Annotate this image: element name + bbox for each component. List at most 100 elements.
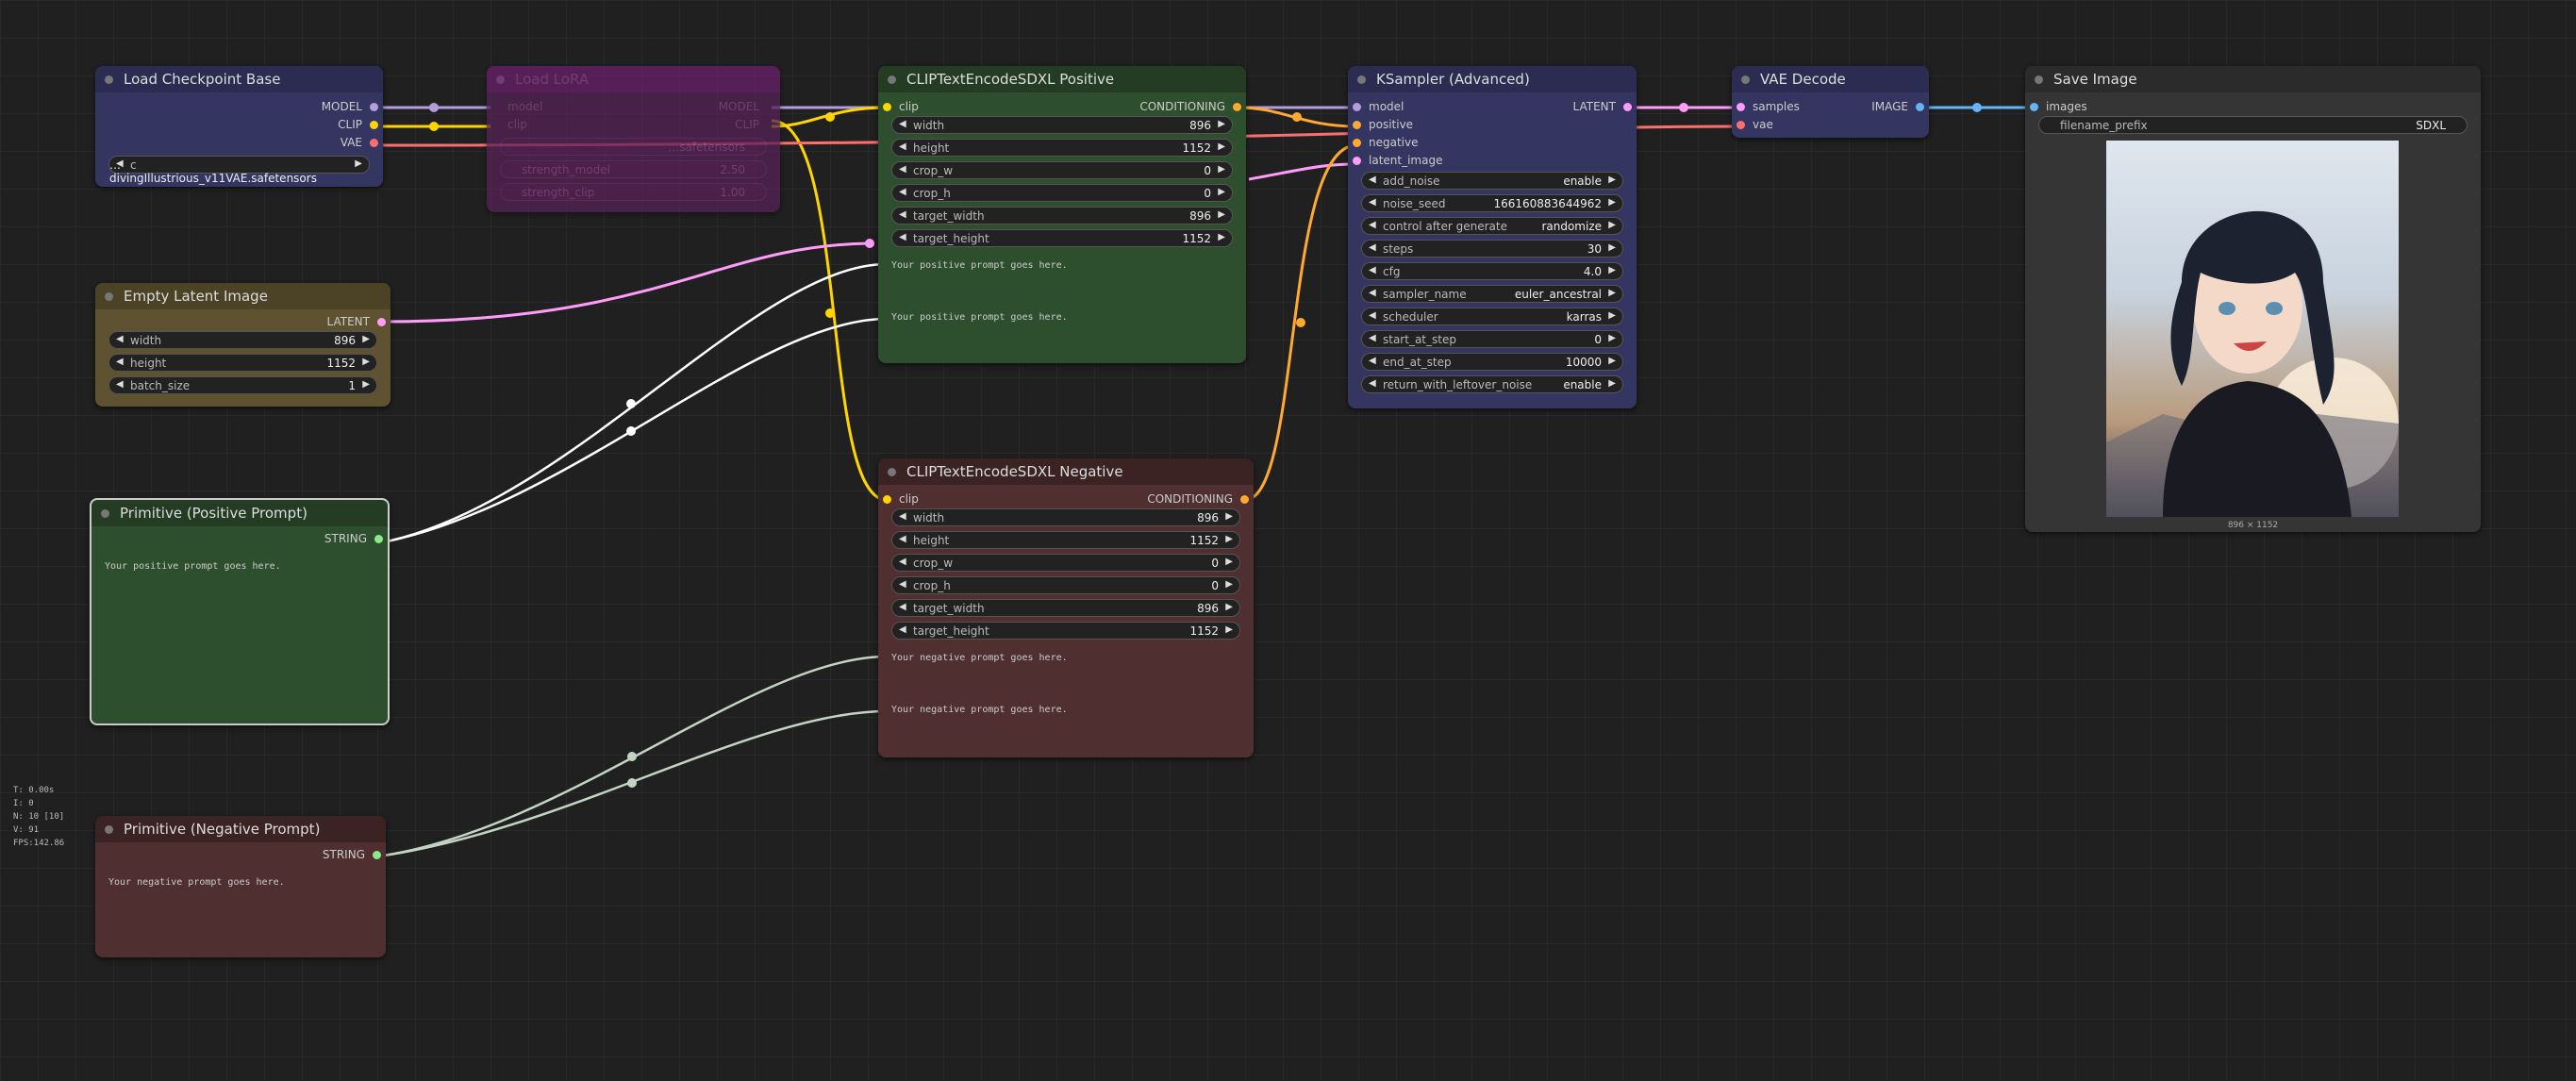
- lora-clip-row[interactable]: clip CLIP: [487, 116, 780, 134]
- width-widget[interactable]: ◀ width 896 ▶: [891, 116, 1233, 134]
- collapse-dot-icon[interactable]: [101, 509, 109, 518]
- scheduler-widget[interactable]: ◀ scheduler karras ▶: [1361, 308, 1623, 325]
- collapse-dot-icon[interactable]: [2035, 75, 2043, 84]
- clip-io-row[interactable]: clip CONDITIONING: [878, 98, 1246, 116]
- text-g-textarea[interactable]: Your negative prompt goes here.: [878, 653, 1254, 663]
- output-image-preview[interactable]: [2106, 141, 2399, 517]
- node-clip-negative[interactable]: CLIPTextEncodeSDXL Negative clip CONDITIO…: [878, 458, 1254, 757]
- noise-seed-widget[interactable]: ◀ noise_seed 166160883644962 ▶: [1361, 194, 1623, 212]
- crop-w-widget[interactable]: ◀ crop_w 0 ▶: [891, 161, 1233, 179]
- node-title[interactable]: Load LoRA: [487, 66, 780, 92]
- collapse-dot-icon[interactable]: [105, 75, 113, 84]
- node-title[interactable]: Primitive (Negative Prompt): [95, 816, 386, 842]
- output-clip[interactable]: CLIP: [95, 116, 383, 134]
- node-title[interactable]: KSampler (Advanced): [1348, 66, 1637, 92]
- prompt-textarea[interactable]: Your positive prompt goes here.: [91, 561, 388, 572]
- slot-dot-icon[interactable]: [883, 495, 891, 504]
- lora-name-combo[interactable]: …safetensors: [500, 138, 767, 156]
- collapse-dot-icon[interactable]: [496, 75, 505, 84]
- node-save-image[interactable]: Save Image images filename_prefix SDXL 89…: [2025, 66, 2481, 532]
- output-vae[interactable]: VAE: [95, 134, 383, 152]
- slot-dot-icon[interactable]: [1240, 495, 1249, 504]
- crop-h-widget[interactable]: ◀ crop_h 0 ▶: [891, 576, 1240, 594]
- height-widget[interactable]: ◀ height 1152 ▶: [891, 531, 1240, 549]
- input-model[interactable]: model LATENT: [1348, 98, 1637, 116]
- strength-model-widget[interactable]: strength_model 2.50: [500, 160, 767, 178]
- return-leftover-noise-widget[interactable]: ◀ return_with_leftover_noise enable ▶: [1361, 375, 1623, 393]
- target-height-widget[interactable]: ◀ target_height 1152 ▶: [891, 229, 1233, 247]
- batch-size-widget[interactable]: ◀ batch_size 1 ▶: [108, 376, 377, 394]
- target-width-widget[interactable]: ◀ target_width 896 ▶: [891, 599, 1240, 617]
- prompt-textarea[interactable]: Your negative prompt goes here.: [95, 877, 386, 888]
- latent-width-widget[interactable]: ◀ width 896 ▶: [108, 331, 377, 349]
- node-vae-decode[interactable]: VAE Decode samples IMAGE vae: [1732, 66, 1929, 138]
- stat-iterations: I: 0: [13, 799, 34, 808]
- slot-dot-icon[interactable]: [1233, 103, 1241, 111]
- collapse-dot-icon[interactable]: [105, 292, 113, 301]
- clip-io-row[interactable]: clip CONDITIONING: [878, 491, 1254, 508]
- node-title[interactable]: VAE Decode: [1732, 66, 1929, 92]
- input-vae[interactable]: vae: [1732, 116, 1929, 134]
- output-latent[interactable]: LATENT: [95, 313, 391, 331]
- node-load-checkpoint[interactable]: Load Checkpoint Base MODEL CLIP VAE ◀ c… …: [95, 66, 383, 187]
- slot-dot-icon[interactable]: [373, 851, 381, 859]
- node-title[interactable]: Save Image: [2025, 66, 2481, 92]
- node-title[interactable]: CLIPTextEncodeSDXL Positive: [878, 66, 1246, 92]
- node-title[interactable]: Primitive (Positive Prompt): [91, 500, 388, 526]
- node-primitive-negative[interactable]: Primitive (Negative Prompt) STRING Your …: [95, 816, 386, 957]
- node-primitive-positive[interactable]: Primitive (Positive Prompt) STRING Your …: [90, 498, 390, 725]
- target-width-widget[interactable]: ◀ target_width 896 ▶: [891, 207, 1233, 225]
- stat-nodes: N: 10 [10]: [13, 812, 65, 822]
- slot-dot-icon[interactable]: [883, 103, 891, 111]
- ckpt-name-combo[interactable]: ◀ c… divingIllustrious_v11VAE.safetensors…: [108, 156, 370, 185]
- end-at-step-widget[interactable]: ◀ end_at_step 10000 ▶: [1361, 353, 1623, 371]
- input-samples[interactable]: samples IMAGE: [1732, 98, 1929, 116]
- slot-dot-icon[interactable]: [370, 139, 378, 147]
- lora-model-row[interactable]: model MODEL: [487, 98, 780, 116]
- cfg-widget[interactable]: ◀ cfg 4.0 ▶: [1361, 262, 1623, 280]
- node-ksampler[interactable]: KSampler (Advanced) model LATENT positive…: [1348, 66, 1637, 408]
- arrow-right-icon[interactable]: ▶: [355, 158, 362, 169]
- add-noise-widget[interactable]: ◀ add_noise enable ▶: [1361, 172, 1623, 190]
- strength-clip-widget[interactable]: strength_clip 1.00: [500, 183, 767, 201]
- width-widget[interactable]: ◀ width 896 ▶: [891, 508, 1240, 526]
- latent-height-widget[interactable]: ◀ height 1152 ▶: [108, 354, 377, 372]
- text-l-textarea[interactable]: Your positive prompt goes here.: [878, 312, 1246, 323]
- slot-dot-icon[interactable]: [370, 121, 378, 129]
- text-g-textarea[interactable]: Your positive prompt goes here.: [878, 260, 1246, 271]
- slot-dot-icon[interactable]: [374, 535, 383, 543]
- node-load-lora-bypassed[interactable]: Load LoRA model MODEL clip CLIP …safetenso…: [487, 66, 780, 212]
- output-string[interactable]: STRING: [95, 846, 386, 864]
- node-title[interactable]: Empty Latent Image: [95, 283, 391, 309]
- slot-dot-icon[interactable]: [377, 318, 386, 326]
- node-empty-latent[interactable]: Empty Latent Image LATENT ◀ width 896 ▶ ◀ he…: [95, 283, 391, 407]
- wire-latent-ks: [1248, 162, 1357, 181]
- slot-dot-icon[interactable]: [370, 103, 378, 111]
- input-negative[interactable]: negative: [1348, 134, 1637, 152]
- text-l-textarea[interactable]: Your negative prompt goes here.: [878, 705, 1254, 715]
- collapse-dot-icon[interactable]: [105, 825, 113, 834]
- input-positive[interactable]: positive: [1348, 116, 1637, 134]
- start-at-step-widget[interactable]: ◀ start_at_step 0 ▶: [1361, 330, 1623, 348]
- input-images[interactable]: images: [2025, 98, 2481, 116]
- input-latent-image[interactable]: latent_image: [1348, 152, 1637, 170]
- collapse-dot-icon[interactable]: [1357, 75, 1366, 84]
- node-clip-positive[interactable]: CLIPTextEncodeSDXL Positive clip CONDITIO…: [878, 66, 1246, 363]
- node-graph-canvas[interactable]: Load Checkpoint Base MODEL CLIP VAE ◀ c… …: [0, 0, 2576, 1081]
- filename-prefix-field[interactable]: filename_prefix SDXL: [2038, 116, 2468, 134]
- crop-h-widget[interactable]: ◀ crop_h 0 ▶: [891, 184, 1233, 202]
- target-height-widget[interactable]: ◀ target_height 1152 ▶: [891, 622, 1240, 640]
- node-title[interactable]: Load Checkpoint Base: [95, 66, 383, 92]
- height-widget[interactable]: ◀ height 1152 ▶: [891, 139, 1233, 157]
- anime-portrait-icon: [2106, 210, 2399, 517]
- collapse-dot-icon[interactable]: [888, 468, 896, 476]
- collapse-dot-icon[interactable]: [1741, 75, 1750, 84]
- crop-w-widget[interactable]: ◀ crop_w 0 ▶: [891, 554, 1240, 572]
- control-after-generate-widget[interactable]: ◀ control after generate randomize ▶: [1361, 217, 1623, 235]
- output-model[interactable]: MODEL: [95, 98, 383, 116]
- collapse-dot-icon[interactable]: [888, 75, 896, 84]
- steps-widget[interactable]: ◀ steps 30 ▶: [1361, 240, 1623, 258]
- output-string[interactable]: STRING: [91, 530, 388, 548]
- node-title[interactable]: CLIPTextEncodeSDXL Negative: [878, 458, 1254, 485]
- sampler-name-widget[interactable]: ◀ sampler_name euler_ancestral ▶: [1361, 285, 1623, 303]
